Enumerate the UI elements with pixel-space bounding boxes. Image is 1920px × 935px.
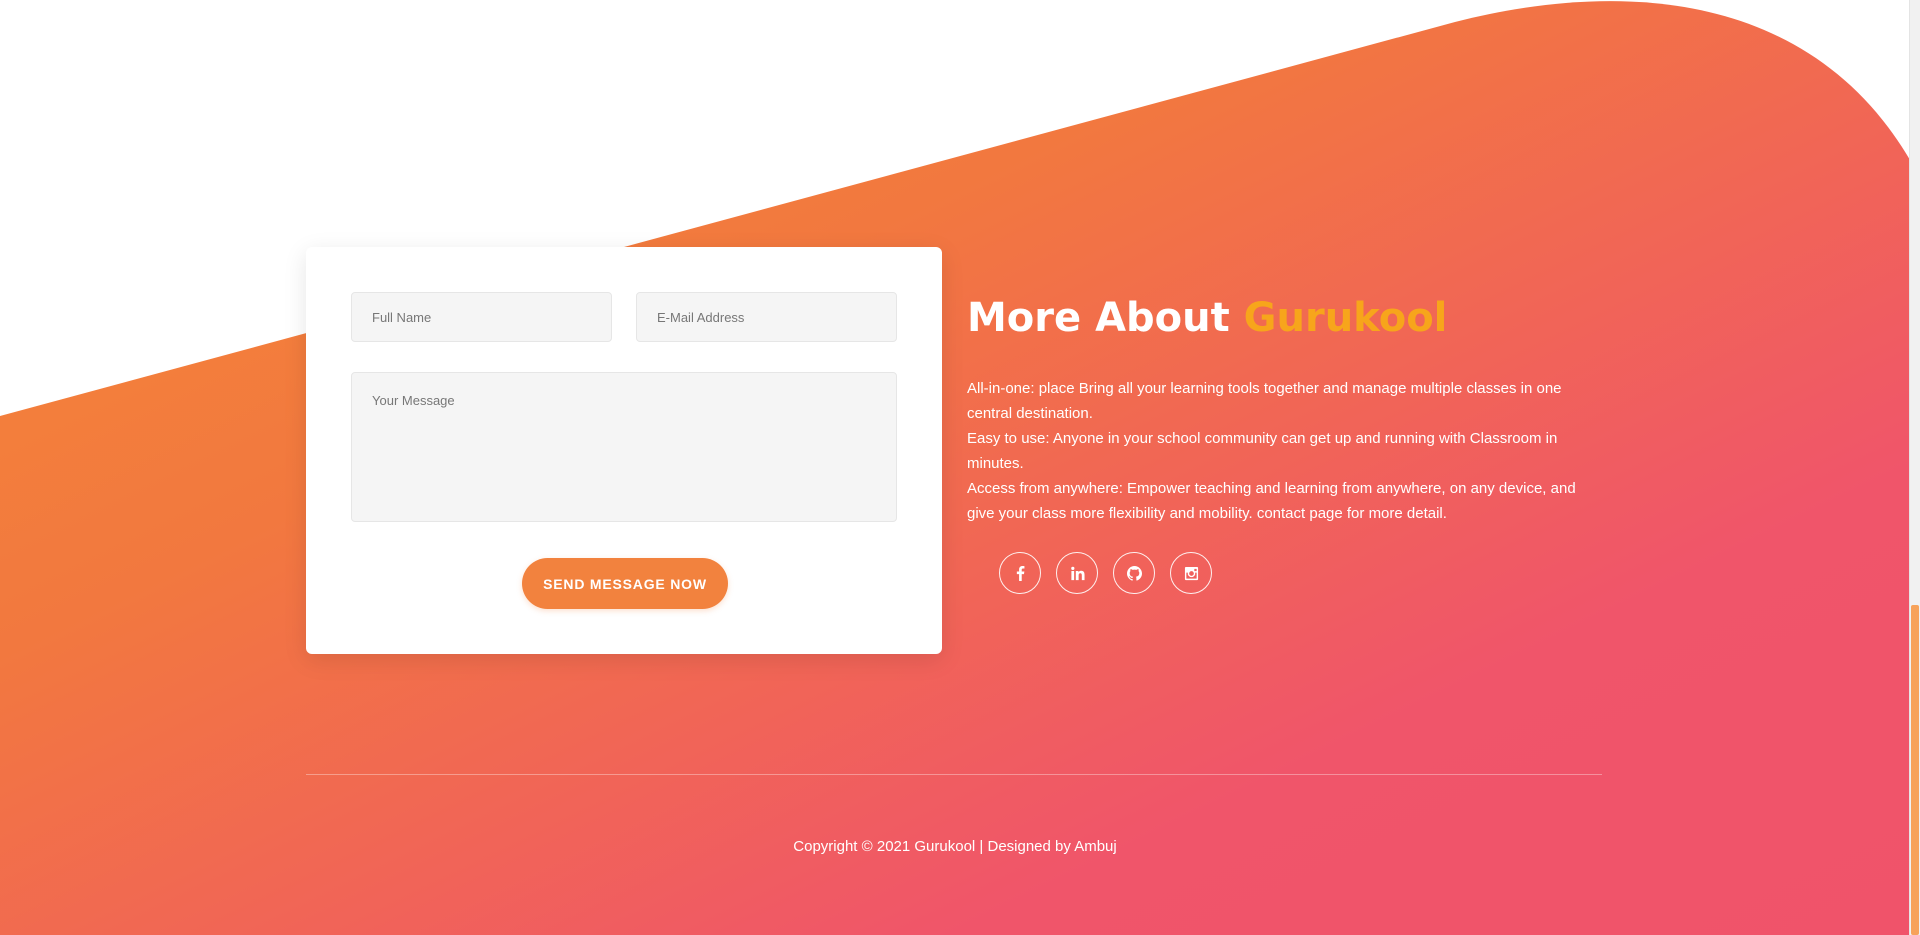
about-section: More About Gurukool All-in-one: place Br…	[967, 290, 1607, 526]
background-gradient-shape	[0, 1, 1910, 935]
about-title-brand: Gurukool	[1243, 295, 1448, 341]
about-paragraph-access-anywhere: Access from anywhere: Empower teaching a…	[967, 480, 1576, 522]
contact-form-card: SEND MESSAGE NOW	[306, 247, 942, 654]
about-description: All-in-one: place Bring all your learnin…	[967, 376, 1607, 526]
github-icon	[1126, 565, 1142, 581]
instagram-link[interactable]	[1170, 552, 1212, 594]
email-input[interactable]	[636, 292, 897, 342]
facebook-icon	[1016, 565, 1024, 581]
about-title-prefix: More About	[967, 295, 1230, 341]
copyright-text: Copyright © 2021 Gurukool | Designed by …	[793, 838, 1117, 855]
message-textarea[interactable]	[351, 372, 897, 522]
full-name-input[interactable]	[351, 292, 612, 342]
about-title: More About Gurukool	[967, 290, 1607, 346]
scrollbar-thumb[interactable]	[1911, 605, 1919, 935]
linkedin-icon	[1070, 566, 1085, 580]
github-link[interactable]	[1113, 552, 1155, 594]
about-paragraph-easy-to-use: Easy to use: Anyone in your school commu…	[967, 430, 1558, 472]
page-scrollbar[interactable]	[1909, 0, 1920, 935]
about-paragraph-all-in-one: All-in-one: place Bring all your learnin…	[967, 380, 1562, 422]
facebook-link[interactable]	[999, 552, 1041, 594]
send-message-button[interactable]: SEND MESSAGE NOW	[522, 558, 728, 609]
instagram-icon	[1184, 566, 1198, 580]
linkedin-link[interactable]	[1056, 552, 1098, 594]
contact-section: SEND MESSAGE NOW More About Gurukool All…	[0, 0, 1920, 935]
footer-divider	[306, 774, 1602, 775]
social-links	[999, 552, 1212, 594]
